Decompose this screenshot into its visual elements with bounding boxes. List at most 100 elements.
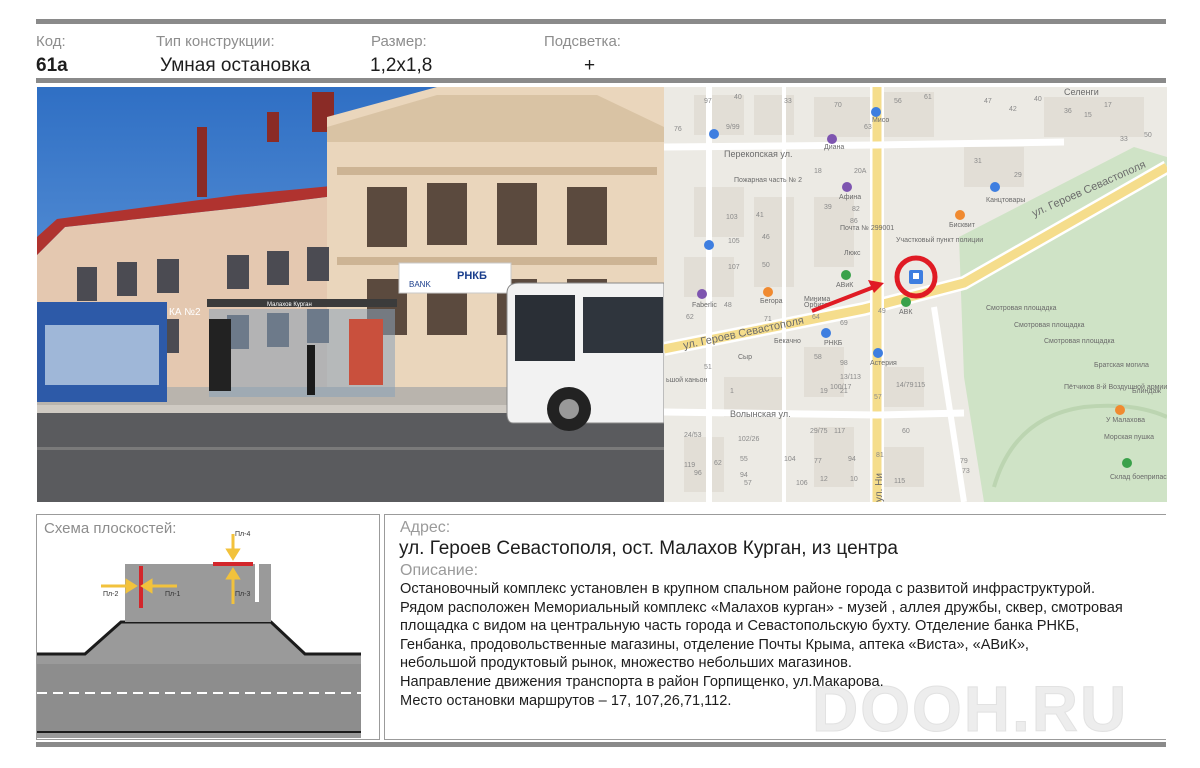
house-number: 71 (764, 316, 772, 323)
house-number: 64 (812, 314, 820, 321)
street-label-perekopskaya: Перекопская ул. (724, 149, 792, 159)
house-number: 50 (1144, 132, 1152, 139)
poi-syr: Сыр (738, 354, 752, 361)
poi-grave: Братская могила (1094, 362, 1149, 369)
poi-dot-rnkb (821, 328, 831, 338)
house-number: 62 (714, 460, 722, 467)
type-value: Умная остановка (160, 55, 311, 76)
poi-avik: АВиК (836, 282, 854, 289)
house-number: 46 (762, 234, 770, 241)
description-line: Направление движения транспорта в район … (400, 673, 884, 690)
description-line: небольшой продуктовый рынок, множество н… (400, 655, 852, 672)
description-line: Генбанка, продовольственные магазины, от… (400, 636, 1029, 653)
house-number: 12 (820, 476, 828, 483)
size-value: 1,2х1,8 (370, 55, 433, 76)
poi-dot-afina (842, 182, 852, 192)
house-number: 14/79 (896, 382, 914, 389)
light-value: + (584, 55, 596, 76)
house-number: 10 (850, 476, 858, 483)
poi-view2: Смотровая площадка (1014, 322, 1085, 329)
house-number: 47 (984, 98, 992, 105)
description-label: Описание: (400, 562, 479, 579)
house-number: 51 (704, 364, 712, 371)
top-rule (36, 19, 1166, 24)
house-number: 18 (814, 168, 822, 175)
poi-sklad: Склад боеприпасов № 2 (1110, 473, 1167, 481)
poi-police: Участковый пункт полиции (896, 236, 983, 244)
poi-dot-diana (827, 134, 837, 144)
house-number: 96 (694, 470, 702, 477)
planes-scheme: Пл-4 Пл-2 Пл-1 Пл-3 (37, 531, 361, 738)
house-number: 94 (740, 472, 748, 479)
size-label: Размер: (371, 33, 427, 50)
house-number: 76 (674, 126, 682, 133)
poi-asteria: Астерия (870, 360, 897, 367)
address-label: Адрес: (400, 519, 451, 536)
poi-lux: Люкс (844, 250, 861, 257)
house-number: 115 (894, 478, 905, 485)
house-number: 21 (840, 388, 848, 395)
description-line: Место остановки маршрутов – 17, 107,26,7… (400, 692, 732, 709)
house-number: 36 (1064, 108, 1072, 115)
house-number: 29 (1014, 172, 1022, 179)
poi-dot-asteria (873, 348, 883, 358)
house-number: 107 (728, 264, 740, 271)
house-number: 70 (834, 102, 842, 109)
poi-kanyon: ьшой каньон (666, 376, 708, 384)
poi-dot-mis (871, 107, 881, 117)
poi-dot-bus-top (709, 129, 719, 139)
location-map[interactable]: ул. Героев Севастополя ул. Героев Севаст… (664, 87, 1167, 502)
poi-dot-avik (841, 270, 851, 280)
street-label-vertical: ул. Ни (874, 473, 885, 502)
light-label: Подсветка: (544, 33, 621, 50)
header-bottom-rule (36, 78, 1166, 83)
house-number: 98 (840, 360, 848, 367)
house-number: 50 (762, 262, 770, 269)
description-line: Рядом расположен Мемориальный комплекс «… (400, 599, 1123, 616)
code-value: 61а (36, 55, 68, 76)
street-label-volynskaya: Волынская ул. (730, 409, 791, 419)
code-label: Код: (36, 33, 66, 50)
bank-sign: РНКБ (457, 270, 487, 282)
description-line: площадка с видом на центральную часть го… (400, 618, 1080, 635)
location-map-svg: ул. Героев Севастополя ул. Героев Севаст… (664, 87, 1167, 502)
type-label: Тип конструкции: (156, 33, 275, 50)
house-number: 77 (814, 458, 822, 465)
poi-dot-kanc (990, 182, 1000, 192)
house-number: 42 (1009, 106, 1017, 113)
house-number: 48 (724, 302, 732, 309)
house-number: 20А (854, 168, 867, 175)
bank-sign-sub: BANK (409, 280, 431, 289)
bottom-rule (36, 742, 1166, 747)
poi-faberlic: Faberlic (692, 302, 717, 309)
house-number: 60 (902, 428, 910, 435)
plane-4-bar (213, 562, 253, 566)
house-number: 39 (824, 204, 832, 211)
poi-dot-bisquit (955, 210, 965, 220)
house-number: 104 (784, 456, 796, 463)
poi-fire: Пожарная часть № 2 (734, 177, 802, 184)
house-number: 55 (740, 456, 748, 463)
poi-morskaya: Морская пушка (1104, 434, 1154, 441)
poi-dot-bus-left (704, 240, 714, 250)
house-number: 63 (864, 124, 872, 131)
poi-mis: Мисо (872, 117, 889, 124)
house-number: 56 (894, 98, 902, 105)
house-number: 106 (796, 480, 808, 487)
description-line: Остановочный комплекс установлен в крупн… (400, 581, 1096, 597)
house-number: 49 (878, 308, 886, 315)
house-number: 40 (734, 94, 742, 101)
street-photo: РНКБ BANK КА №2 Малахов Курган (37, 87, 664, 502)
house-number: 119 (684, 462, 695, 469)
house-number: 9/99 (726, 124, 740, 131)
house-number: 33 (784, 98, 792, 105)
house-number: 62 (686, 314, 694, 321)
poi-dot-faberlic (697, 289, 707, 299)
house-number: 97 (704, 98, 712, 105)
house-number: 15 (1084, 112, 1092, 119)
house-number: 117 (834, 428, 845, 435)
poi-afina: Афина (839, 194, 861, 201)
house-number: 1 (730, 388, 734, 395)
bus-stop-icon-glyph (913, 273, 919, 279)
house-number: 33 (1120, 136, 1128, 143)
